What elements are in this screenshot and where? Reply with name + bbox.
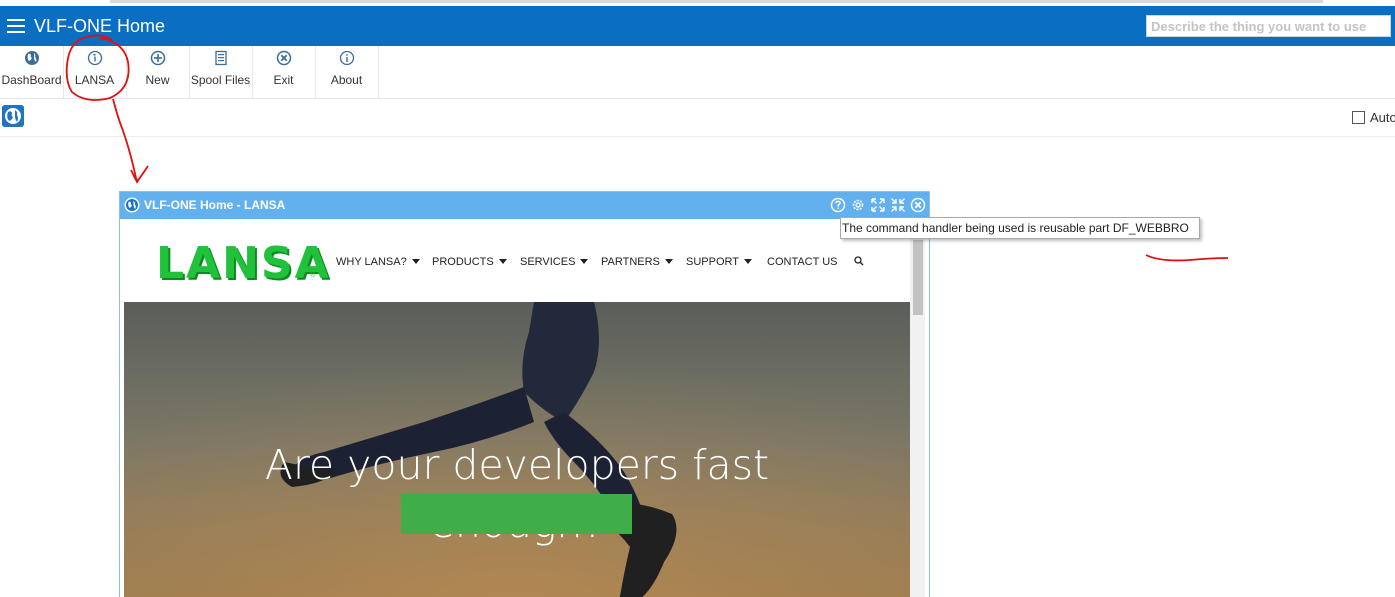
caret-down-icon [411,259,420,264]
toolbar: DashBoard LANSA New Spool Files Exit Abo… [0,46,1395,99]
command-handler-tooltip: The command handler being used is reusab… [840,217,1200,239]
nav-products[interactable]: PRODUCTS [432,256,507,268]
document-icon [214,50,227,66]
toolbar-about-label: About [330,73,363,87]
expand-icon[interactable] [870,197,886,213]
hero-heading-line-1: Are your developers fast [264,441,770,489]
nav-why-lansa-label: WHY LANSA? [336,256,407,268]
toolbar-exit-label: Exit [273,73,294,87]
plus-circle-icon [150,50,165,66]
search-icon[interactable] [854,256,864,266]
nav-contact-us-label: CONTACT US [767,256,838,268]
caret-down-icon [664,259,673,264]
toolbar-spool-files-label: Spool Files [190,73,251,87]
info-circle-icon [87,50,102,66]
settings-icon[interactable] [850,197,866,213]
toolbar-dashboard-button[interactable]: DashBoard [0,46,64,98]
nav-partners-label: PARTNERS [601,256,660,268]
embedded-website: LANSA ® WHY LANSA? PRODUCTS SERVICES PAR… [124,220,910,597]
lansa-panel: VLF-ONE Home - LANSA LANSA ® WHY LANSA? … [119,191,930,597]
hero-cta-button[interactable] [401,494,632,534]
registered-mark: ® [310,272,316,279]
panel-title: VLF-ONE Home - LANSA [144,198,286,212]
nav-support-label: SUPPORT [686,256,739,268]
caret-down-icon [743,259,752,264]
panel-header: VLF-ONE Home - LANSA [120,192,929,219]
caret-down-icon [498,259,507,264]
scrollbar-thumb[interactable] [913,240,923,315]
nav-services[interactable]: SERVICES [520,256,589,268]
search-input[interactable] [1146,15,1391,37]
close-circle-icon [276,50,291,66]
caret-down-icon [580,259,589,264]
hamburger-menu-icon[interactable] [7,19,25,33]
nav-support[interactable]: SUPPORT [686,256,752,268]
nav-services-label: SERVICES [520,256,576,268]
app-titlebar: VLF-ONE Home [0,6,1395,46]
nav-why-lansa[interactable]: WHY LANSA? [336,256,420,268]
lansa-logo[interactable]: LANSA [156,242,331,286]
browser-scroll-strip [110,0,1323,3]
help-icon[interactable] [830,197,846,213]
toolbar-new-label: New [145,73,170,87]
toolbar-lansa-button[interactable]: LANSA [63,46,127,98]
collapse-icon[interactable] [890,197,906,213]
toolbar-spool-files-button[interactable]: Spool Files [189,46,253,98]
close-icon[interactable] [910,197,926,213]
auto-label: Auto [1370,110,1395,125]
annotation-underline [1145,254,1229,262]
toolbar-new-button[interactable]: New [126,46,190,98]
panel-scrollbar[interactable] [910,220,925,597]
globe-icon [24,51,39,65]
nav-partners[interactable]: PARTNERS [601,256,673,268]
app-title: VLF-ONE Home [34,16,166,36]
nav-products-label: PRODUCTS [432,256,494,268]
options-bar: Auto [0,98,1395,137]
toolbar-exit-button[interactable]: Exit [252,46,316,98]
toolbar-about-button[interactable]: About [315,46,379,98]
info-icon [339,50,354,66]
checkbox-icon[interactable] [1352,111,1365,124]
toolbar-lansa-label: LANSA [74,73,115,87]
nav-contact-us[interactable]: CONTACT US [767,256,838,268]
annotation-arrow-head [130,165,149,184]
toolbar-dashboard-label: DashBoard [1,73,62,87]
hero-banner: Are your developers fast enough? [124,302,910,597]
auto-checkbox[interactable]: Auto [1352,110,1395,125]
globe-icon[interactable] [2,105,24,127]
globe-icon [124,197,140,213]
